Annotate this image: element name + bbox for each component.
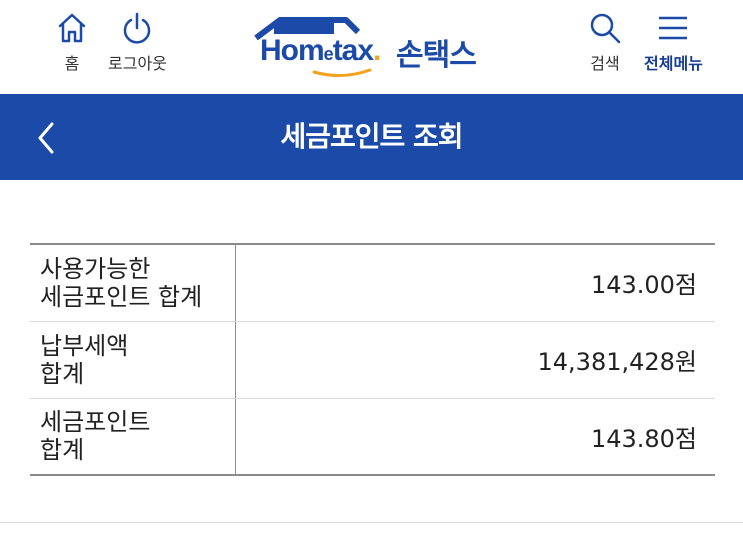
chevron-left-icon <box>38 122 54 154</box>
table-row-tax-paid: 납부세액 합계 14,381,428원 <box>30 321 715 399</box>
row-value: 14,381,428원 <box>235 321 715 399</box>
row-label: 사용가능한 세금포인트 합계 <box>30 244 236 322</box>
logo-swoosh <box>312 68 372 77</box>
row-label: 납부세액 합계 <box>30 321 236 399</box>
search-button[interactable]: 검색 <box>585 8 625 74</box>
home-icon <box>52 8 92 48</box>
power-icon <box>117 8 157 48</box>
search-icon <box>585 8 625 48</box>
full-menu-button[interactable]: 전체메뉴 <box>644 8 703 74</box>
search-label: 검색 <box>590 54 620 73</box>
logo-wordmark: Hometax. <box>260 34 381 67</box>
page-title-bar: 세금포인트 조회 <box>0 94 743 180</box>
page-title: 세금포인트 조회 <box>280 120 463 153</box>
hamburger-icon <box>653 8 693 48</box>
home-label: 홈 <box>64 54 80 73</box>
hometax-logo[interactable]: Hometax. 손택스 <box>250 14 500 80</box>
home-button[interactable]: 홈 <box>52 8 92 74</box>
top-navigation-bar: 홈 로그아웃 Hometax. 손택스 검색 전체메뉴 <box>0 0 743 94</box>
logout-button[interactable]: 로그아웃 <box>108 8 167 74</box>
divider <box>0 522 743 523</box>
full-menu-label: 전체메뉴 <box>644 54 703 73</box>
logout-label: 로그아웃 <box>108 54 167 73</box>
row-value: 143.00점 <box>235 244 715 322</box>
row-value: 143.80점 <box>590 424 697 453</box>
table-row-available-points: 사용가능한 세금포인트 합계 143.00점 <box>30 244 715 322</box>
table-row-total-points: 세금포인트 합계 143.80점 <box>30 398 715 475</box>
back-button[interactable] <box>28 118 64 158</box>
row-label: 세금포인트 합계 <box>30 398 236 475</box>
tax-points-table: 사용가능한 세금포인트 합계 143.00점 납부세액 합계 14,381,42… <box>30 243 715 476</box>
logo-korean-text: 손택스 <box>396 38 477 73</box>
